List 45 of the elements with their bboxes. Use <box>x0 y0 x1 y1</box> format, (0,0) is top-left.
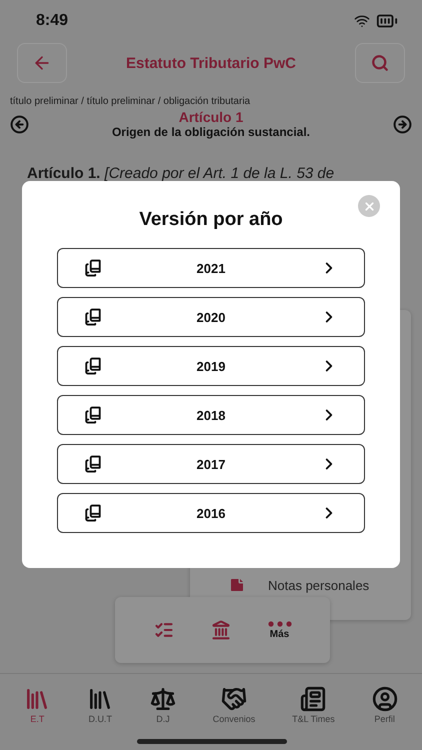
books-icon <box>84 259 102 277</box>
checklist-button[interactable] <box>154 620 174 640</box>
breadcrumb: título preliminar / título preliminar / obligación tributaria <box>9 95 252 107</box>
tab-item[interactable]: D.J <box>150 686 176 726</box>
books-icon <box>84 308 102 326</box>
right-arrow-circle-icon <box>392 114 412 134</box>
dialog-title: Versión por año <box>139 209 283 231</box>
books-icon <box>84 357 102 375</box>
search-button[interactable] <box>354 43 405 83</box>
user-circle-icon <box>372 686 398 712</box>
year-option[interactable]: 2020 <box>57 297 365 337</box>
previous-article-button[interactable] <box>10 114 29 134</box>
menu-item[interactable]: Notas personales <box>228 576 411 594</box>
close-icon <box>362 200 376 212</box>
handshake-icon <box>221 686 248 712</box>
newspaper-icon <box>300 686 326 712</box>
year-option[interactable]: 2021 <box>57 248 365 288</box>
app-title: Estatuto Tributario PwC <box>126 54 296 72</box>
books-icon <box>84 406 102 424</box>
books-icon <box>84 455 102 473</box>
article-text: Artículo 1. [Creado por el Art. 1 de la L. 53 de <box>26 164 336 179</box>
search-icon <box>370 54 389 72</box>
note-icon <box>228 576 246 594</box>
wifi-icon <box>354 13 370 29</box>
year-option[interactable]: 2019 <box>57 346 365 386</box>
year-option[interactable]: 2018 <box>57 395 365 435</box>
next-article-button[interactable] <box>392 114 412 134</box>
tab-item[interactable]: D.U.T <box>87 686 114 726</box>
year-option[interactable]: 2017 <box>57 444 365 484</box>
checklist-icon <box>154 620 174 640</box>
bank-icon <box>210 620 230 640</box>
dots-icon <box>268 620 292 626</box>
tab-item[interactable]: T&L Times <box>292 686 335 726</box>
article-subtitle: Origen de la obligación sustancial. <box>112 125 310 139</box>
tab-item[interactable]: Perfil <box>372 686 398 726</box>
more-button[interactable]: Más <box>268 620 292 640</box>
tab-item[interactable]: Convenios <box>212 686 256 726</box>
scales-icon <box>150 686 176 712</box>
year-option[interactable]: 2016 <box>57 493 365 533</box>
status-time: 8:49 <box>36 12 68 30</box>
back-button[interactable] <box>17 43 67 83</box>
left-arrow-circle-icon <box>10 114 29 134</box>
bank-button[interactable] <box>210 620 230 640</box>
article-number: Artículo 1 <box>178 109 244 125</box>
books-icon <box>84 504 102 522</box>
